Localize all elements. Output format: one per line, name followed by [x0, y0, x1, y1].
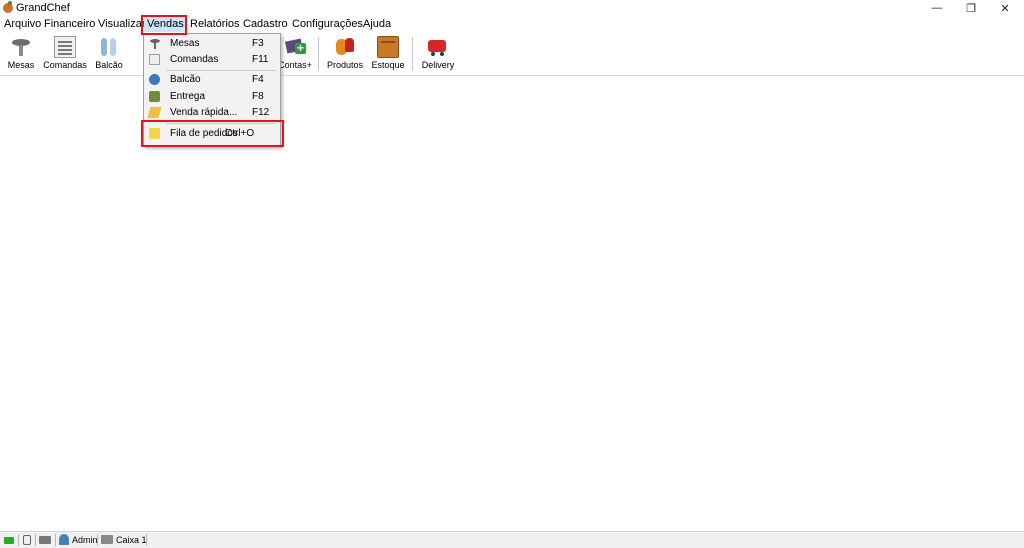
menu-configuracoes[interactable]: Configurações	[289, 17, 366, 32]
toolbar-produtos-button[interactable]: Produtos	[326, 35, 364, 73]
toolbar-balcao-button[interactable]: Balcão	[93, 35, 125, 73]
counter-icon	[98, 36, 120, 58]
menu-financeiro[interactable]: Financeiro	[41, 17, 98, 32]
toolbar-mesas-label: Mesas	[7, 60, 35, 70]
menu-item-label: Venda rápida...	[170, 107, 238, 118]
title-bar: GrandChef — ❐ ✕	[0, 0, 1024, 16]
toolbar-estoque-label: Estoque	[371, 60, 405, 70]
accounts-plus-icon	[284, 36, 306, 58]
toolbar-contas-label: Contas+	[278, 60, 312, 70]
menu-separator	[166, 70, 276, 71]
menu-bar: Arquivo Financeiro Visualizar Vendas Rel…	[0, 16, 1024, 33]
stock-box-icon	[377, 36, 399, 58]
order-queue-icon	[149, 128, 160, 139]
vendas-dropdown-menu: Mesas F3 Comandas F11 Balcão F4 Entrega …	[143, 33, 281, 147]
app-logo-icon	[3, 1, 13, 13]
vendas-menu-entrega[interactable]: Entrega F8	[145, 89, 279, 105]
table-icon	[149, 38, 160, 49]
status-divider	[55, 534, 56, 546]
menu-cadastro[interactable]: Cadastro	[240, 17, 291, 32]
menu-item-label: Comandas	[170, 54, 219, 65]
menu-item-shortcut: F12	[252, 107, 270, 118]
toolbar-comandas-button[interactable]: Comandas	[43, 35, 87, 73]
menu-item-label: Balcão	[170, 74, 201, 85]
restore-button[interactable]: ❐	[954, 0, 988, 16]
close-button[interactable]: ✕	[988, 0, 1022, 16]
user-icon	[59, 534, 69, 545]
status-divider	[97, 534, 98, 546]
status-divider	[35, 534, 36, 546]
toolbar-comandas-label: Comandas	[43, 60, 87, 70]
status-bar: Admin Caixa 1	[0, 531, 1024, 548]
menu-item-shortcut: F8	[252, 91, 264, 102]
toolbar-separator	[318, 37, 319, 71]
toolbar-delivery-label: Delivery	[421, 60, 455, 70]
menu-item-shortcut: F3	[252, 38, 264, 49]
truck-icon	[149, 91, 160, 102]
menu-item-label: Entrega	[170, 91, 206, 102]
toolbar-produtos-label: Produtos	[326, 60, 364, 70]
window-title: GrandChef	[16, 2, 70, 14]
order-slip-icon	[149, 54, 160, 65]
products-icon	[334, 36, 356, 58]
menu-vendas[interactable]: Vendas	[144, 17, 187, 32]
minimize-button[interactable]: —	[920, 0, 954, 16]
toolbar-delivery-button[interactable]: Delivery	[419, 35, 457, 73]
cash-register-icon	[101, 535, 113, 544]
toolbar-separator	[412, 37, 413, 71]
phone-icon	[23, 535, 31, 545]
toolbar-estoque-button[interactable]: Estoque	[369, 35, 407, 73]
menu-visualizar[interactable]: Visualizar	[95, 17, 149, 32]
menu-arquivo[interactable]: Arquivo	[1, 17, 44, 32]
vendas-menu-fila-de-pedidos[interactable]: Fila de pedidos Ctrl+O	[145, 126, 279, 142]
status-user: Admin	[72, 535, 98, 545]
menu-item-shortcut: Ctrl+O	[225, 128, 255, 139]
delivery-cart-icon	[427, 36, 449, 58]
table-icon	[10, 36, 32, 58]
menu-item-shortcut: F11	[252, 54, 269, 65]
menu-separator	[166, 123, 276, 124]
connection-status-icon	[4, 537, 14, 544]
toolbar-balcao-label: Balcão	[95, 60, 123, 70]
toolbar-contas-button[interactable]: Contas+	[278, 35, 312, 73]
menu-item-label: Mesas	[170, 38, 200, 49]
vendas-menu-balcao[interactable]: Balcão F4	[145, 72, 279, 88]
quick-sale-icon	[147, 107, 162, 118]
order-slip-icon	[54, 36, 76, 58]
status-divider	[18, 534, 19, 546]
counter-icon	[149, 74, 160, 85]
status-caixa: Caixa 1	[116, 535, 147, 545]
menu-item-shortcut: F4	[252, 74, 264, 85]
menu-relatorios[interactable]: Relatórios	[187, 17, 243, 32]
printer-icon	[39, 536, 51, 544]
vendas-menu-comandas[interactable]: Comandas F11	[145, 52, 279, 68]
menu-ajuda[interactable]: Ajuda	[360, 17, 394, 32]
status-divider	[146, 534, 147, 546]
toolbar-mesas-button[interactable]: Mesas	[5, 35, 37, 73]
vendas-menu-venda-rapida[interactable]: Venda rápida... F12	[145, 105, 279, 121]
vendas-menu-mesas[interactable]: Mesas F3	[145, 36, 279, 52]
